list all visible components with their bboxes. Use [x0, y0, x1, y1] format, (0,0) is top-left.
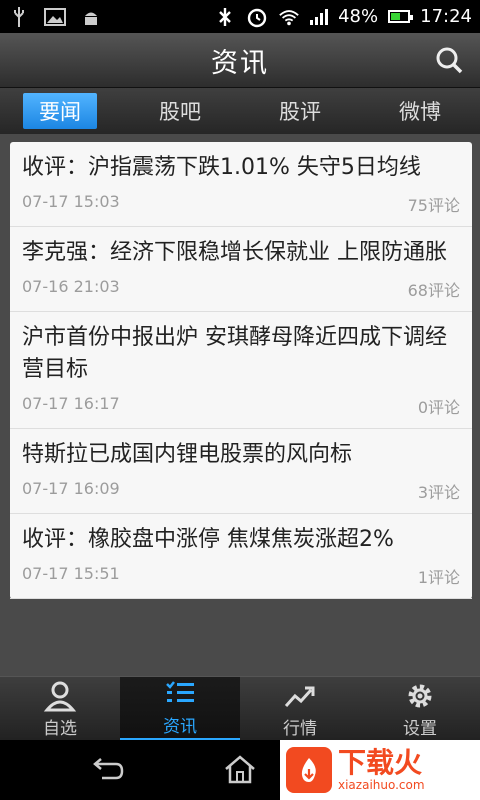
page-title: 资讯 [211, 47, 269, 79]
news-headline: 特斯拉已成国内锂电股票的风向标 [22, 442, 353, 467]
system-status: 48% 17:24 [214, 6, 472, 27]
tab-stock-review[interactable]: 股评 [240, 88, 360, 134]
list-icon [166, 681, 194, 702]
news-headline: 收评：沪指震荡下跌1.01% 失守5日均线 [22, 155, 421, 180]
news-headline: 李克强：经济下限稳增长保就业 上限防通胀 [22, 240, 447, 265]
usb-icon [8, 6, 30, 27]
nav-watchlist[interactable]: 自选 [0, 677, 120, 741]
notification-icons [8, 6, 102, 27]
watermark-brand: 下载火 [338, 746, 423, 779]
nav-settings[interactable]: 设置 [360, 677, 480, 741]
battery-icon [388, 10, 414, 23]
tab-stock-forum[interactable]: 股吧 [120, 88, 240, 134]
news-date: 07-17 16:17 [22, 394, 120, 413]
list-item[interactable]: 沪市首份中报出炉 安琪酵母降近四成下调经营目标 07-17 16:17 0评论 [10, 312, 472, 429]
news-date: 07-17 15:03 [22, 192, 120, 211]
list-item[interactable]: 收评：橡胶盘中涨停 焦煤焦炭涨超2% 07-17 15:51 1评论 [10, 514, 472, 599]
alarm-icon [246, 7, 268, 27]
nav-news[interactable]: 资讯 [120, 677, 240, 741]
wifi-icon [278, 7, 300, 27]
category-tabs: 要闻 股吧 股评 微博 [0, 88, 480, 134]
android-icon [80, 7, 102, 27]
list-item[interactable]: 李克强：经济下限稳增长保就业 上限防通胀 07-16 21:03 68评论 [10, 227, 472, 312]
news-date: 07-17 16:09 [22, 479, 120, 498]
battery-percent: 48% [338, 6, 379, 27]
news-date: 07-16 21:03 [22, 277, 120, 296]
list-item[interactable]: 收评：沪指震荡下跌1.01% 失守5日均线 07-17 15:03 75评论 [10, 142, 472, 227]
bluetooth-off-icon [214, 7, 236, 27]
gear-icon [408, 684, 432, 707]
back-icon[interactable] [88, 754, 124, 784]
title-bar: 资讯 [0, 33, 480, 88]
news-comments: 1评论 [417, 568, 460, 587]
home-icon[interactable] [222, 754, 258, 784]
news-comments: 68评论 [407, 281, 460, 300]
news-comments: 0评论 [417, 398, 460, 417]
image-icon [44, 7, 66, 27]
news-comments: 3评论 [417, 483, 460, 502]
news-headline: 收评：橡胶盘中涨停 焦煤焦炭涨超2% [22, 527, 394, 552]
watermark-url: xiazaihuo.com [338, 778, 425, 792]
flame-logo-icon [286, 747, 332, 793]
status-bar: 48% 17:24 [0, 0, 480, 33]
list-item[interactable]: 特斯拉已成国内锂电股票的风向标 07-17 16:09 3评论 [10, 429, 472, 514]
tab-news[interactable]: 要闻 [0, 88, 120, 134]
news-date: 07-17 15:51 [22, 564, 120, 583]
news-list: 收评：沪指震荡下跌1.01% 失守5日均线 07-17 15:03 75评论 李克… [10, 142, 472, 599]
watermark: 下载火 xiazaihuo.com [280, 740, 480, 800]
nav-market[interactable]: 行情 [240, 677, 360, 741]
news-comments: 75评论 [407, 196, 460, 215]
user-icon [43, 681, 77, 711]
search-icon[interactable] [434, 45, 464, 75]
clock: 17:24 [420, 6, 472, 27]
tab-weibo[interactable]: 微博 [360, 88, 480, 134]
news-headline: 沪市首份中报出炉 安琪酵母降近四成下调经营目标 [22, 325, 447, 382]
trend-chart-icon [284, 686, 315, 707]
news-list-container[interactable]: 收评：沪指震荡下跌1.01% 失守5日均线 07-17 15:03 75评论 李克… [0, 134, 480, 676]
bottom-navigation: 自选 资讯 行情 设置 [0, 676, 480, 741]
signal-icon [310, 8, 329, 25]
